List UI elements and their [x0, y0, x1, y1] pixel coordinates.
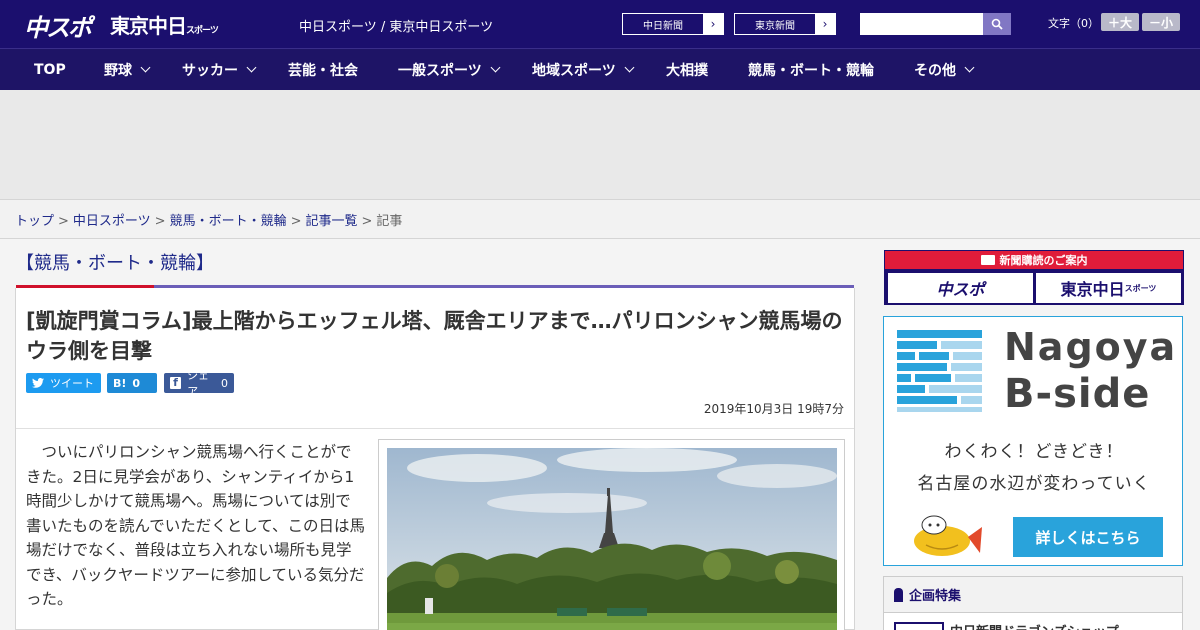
- category-heading: 【競馬・ボート・競輪】: [16, 253, 214, 274]
- tokyo-shimbun-button[interactable]: 東京新聞 ›: [734, 13, 836, 35]
- search-input[interactable]: [860, 13, 983, 35]
- feature-title: 企画特集: [909, 589, 962, 604]
- subscribe-tokyo-chunichi-text: 東京中日: [1060, 280, 1125, 299]
- nav-item-label: 競馬・ボート・競輪: [748, 62, 874, 79]
- feature-thumbnail[interactable]: [894, 622, 944, 630]
- search-button[interactable]: [983, 13, 1011, 35]
- chevron-down-icon: [964, 62, 975, 73]
- breadcrumb-link-chunichi-sports[interactable]: 中日スポーツ: [73, 214, 151, 229]
- tokyo-chunichi-logo[interactable]: 東京中日スポーツ: [110, 10, 219, 39]
- tweet-button[interactable]: ツイート: [26, 373, 101, 393]
- article-headline: [凱旋門賞コラム]最上階からエッフェル塔、厩舎エリアまで…パリロンシャン競馬場の…: [26, 309, 843, 363]
- breadcrumb-link-top[interactable]: トップ: [15, 214, 54, 229]
- nav-item-soccer[interactable]: サッカー: [182, 49, 257, 90]
- nav-item-label: その他: [914, 62, 956, 79]
- nav-item-local-sports[interactable]: 地域スポーツ: [532, 49, 635, 90]
- top-bar: 中スポ 東京中日スポーツ 中日スポーツ / 東京中日スポーツ 中日新聞 › 東京…: [0, 0, 1200, 48]
- breadcrumb-separator: >: [58, 214, 69, 229]
- divider: [16, 428, 854, 429]
- article-date: 2019年10月3日 19時7分: [703, 402, 844, 416]
- breadcrumb-link-racing[interactable]: 競馬・ボート・競輪: [170, 214, 287, 229]
- tokyo-chunichi-logo-text: 東京中日: [110, 14, 187, 38]
- subscription-title-text: 新聞購読のご案内: [999, 254, 1088, 267]
- newspaper-icon: [980, 255, 995, 265]
- feature-item-link[interactable]: 中日新聞ドラゴンズショップ: [950, 621, 1119, 630]
- chuspo-logo[interactable]: 中スポ: [24, 8, 92, 43]
- feature-box: 企画特集 中日新聞ドラゴンズショップ: [883, 576, 1183, 630]
- subscription-box: 新聞購読のご案内 中スポ 東京中日 スポーツ: [884, 250, 1184, 305]
- breadcrumb-current: 記事: [376, 214, 403, 229]
- bside-brick-logo-icon: [897, 330, 982, 412]
- nav-item-other[interactable]: その他: [914, 49, 975, 90]
- tokyo-shimbun-label: 東京新聞: [755, 20, 795, 32]
- site-title: 中日スポーツ / 東京中日スポーツ: [299, 20, 494, 35]
- chunichi-shimbun-label: 中日新聞: [643, 20, 683, 32]
- nav-item-label: 大相撲: [666, 62, 708, 79]
- breadcrumb-separator: >: [361, 214, 373, 229]
- tokyo-chunichi-logo-sub: スポーツ: [186, 26, 219, 36]
- breadcrumb: トップ > 中日スポーツ > 競馬・ボート・競輪 > 記事一覧 > 記事: [0, 200, 1200, 239]
- ad-area: [0, 90, 1200, 200]
- nav-item-racing[interactable]: 競馬・ボート・競輪: [748, 49, 874, 90]
- banner-tagline-2: 名古屋の水辺が変わっていく: [917, 474, 1151, 494]
- nav-item-general-sports[interactable]: 一般スポーツ: [398, 49, 501, 90]
- font-smaller-button[interactable]: －小: [1142, 13, 1180, 31]
- chevron-right-icon: ›: [815, 14, 835, 34]
- subscription-title: 新聞購読のご案内: [885, 251, 1183, 269]
- subscribe-tokyo-chunichi-button[interactable]: 東京中日 スポーツ: [1036, 273, 1181, 303]
- ribbon-icon: [894, 587, 903, 602]
- nav-item-top[interactable]: TOP: [34, 49, 66, 90]
- article-photo-image: [387, 448, 837, 630]
- nav-item-label: サッカー: [182, 62, 238, 79]
- chevron-down-icon: [140, 62, 151, 73]
- chevron-down-icon: [246, 62, 257, 73]
- facebook-icon: f: [170, 376, 182, 389]
- banner-title-nagoya: Nagoya: [1004, 325, 1178, 369]
- nav-item-label: 芸能・社会: [288, 62, 358, 79]
- main-nav: TOP 野球 サッカー 芸能・社会 一般スポーツ 地域スポーツ 大相撲 競馬・ボ…: [0, 48, 1200, 90]
- hatena-bookmark-button[interactable]: B! 0: [107, 373, 157, 393]
- nav-item-label: 野球: [104, 62, 132, 79]
- breadcrumb-separator: >: [154, 214, 166, 229]
- nav-item-label: 一般スポーツ: [398, 62, 482, 79]
- chunichi-shimbun-button[interactable]: 中日新聞 ›: [622, 13, 724, 35]
- subscribe-tokyo-chunichi-small: スポーツ: [1124, 283, 1157, 293]
- nav-item-entertainment[interactable]: 芸能・社会: [288, 49, 358, 90]
- feature-heading: 企画特集: [884, 577, 1182, 613]
- font-size-label: 文字（0）: [1048, 17, 1099, 30]
- facebook-share-button[interactable]: f シェア 0: [164, 369, 234, 398]
- article: [凱旋門賞コラム]最上階からエッフェル塔、厩舎エリアまで…パリロンシャン競馬場の…: [15, 288, 855, 630]
- article-photo[interactable]: [378, 439, 845, 630]
- subscribe-chuspo-button[interactable]: 中スポ: [888, 273, 1033, 303]
- banner-title-bside: B-side: [1004, 371, 1151, 417]
- nav-item-label: TOP: [34, 61, 66, 78]
- twitter-icon: [32, 378, 44, 388]
- facebook-share-label: シェア: [187, 369, 210, 398]
- breadcrumb-link-article-list[interactable]: 記事一覧: [306, 214, 358, 229]
- facebook-share-count: 0: [221, 376, 228, 390]
- nav-item-sumo[interactable]: 大相撲: [666, 49, 708, 90]
- nav-item-label: 地域スポーツ: [532, 62, 616, 79]
- nav-item-baseball[interactable]: 野球: [104, 49, 151, 90]
- tweet-label: ツイート: [50, 377, 94, 390]
- banner-more-button[interactable]: 詳しくはこちら: [1013, 517, 1163, 557]
- eiffel-tower-racecourse-image: [387, 448, 837, 630]
- banner-tagline-1: わくわく！どきどき！: [944, 442, 1124, 462]
- search-icon: [991, 18, 1003, 30]
- font-larger-button[interactable]: ＋大: [1101, 13, 1139, 31]
- fried-shrimp-mascot-icon: [914, 515, 982, 556]
- chevron-down-icon: [624, 62, 635, 73]
- hatena-icon: B!: [113, 376, 127, 390]
- hatena-count: 0: [132, 376, 141, 390]
- breadcrumb-separator: >: [290, 214, 302, 229]
- chevron-right-icon: ›: [703, 14, 723, 34]
- nagoya-bside-banner[interactable]: Nagoya B-side わくわく！どきどき！ 名古屋の水辺が変わっていく 詳…: [883, 316, 1183, 566]
- chevron-down-icon: [490, 62, 501, 73]
- article-paragraph: ついにパリロンシャン競馬場へ行くことができた。2日に見学会があり、シャンティイか…: [26, 443, 365, 608]
